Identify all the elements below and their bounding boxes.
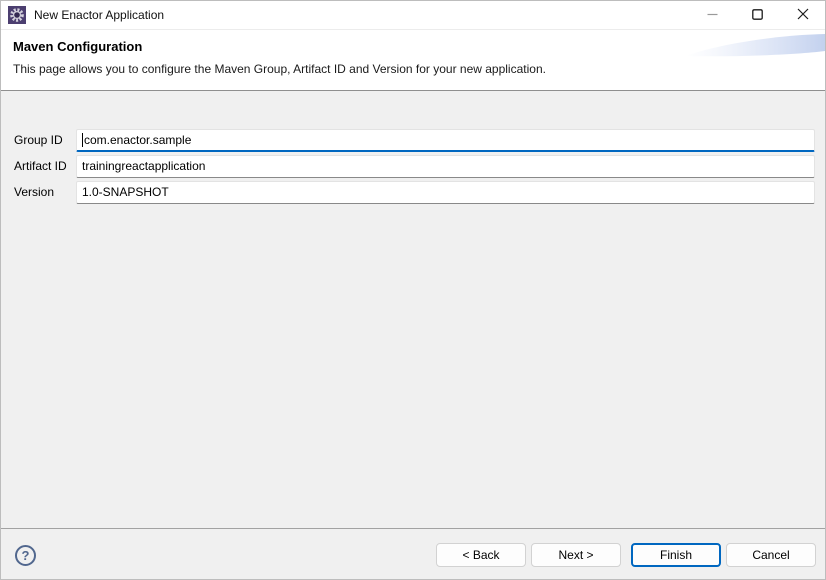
version-input[interactable]: 1.0-SNAPSHOT [76,181,815,204]
artifact-id-value: trainingreactapplication [82,159,205,173]
form-row: Version 1.0-SNAPSHOT [1,180,825,204]
artifact-id-label: Artifact ID [1,159,76,173]
version-value: 1.0-SNAPSHOT [82,185,169,199]
wizard-content: Group ID com.enactor.sample Artifact ID … [1,91,825,528]
minimize-icon [707,8,718,23]
group-id-value: com.enactor.sample [84,133,191,147]
close-icon [797,8,809,23]
wizard-window: New Enactor Application [0,0,826,580]
help-button[interactable]: ? [15,545,36,566]
form-row: Group ID com.enactor.sample [1,128,825,152]
question-mark-icon: ? [22,548,30,563]
group-id-input[interactable]: com.enactor.sample [76,129,815,152]
button-bar: ? < Back Next > Finish Cancel [1,528,825,579]
page-title: Maven Configuration [13,39,825,54]
maximize-icon [752,8,763,23]
title-bar: New Enactor Application [1,1,825,30]
cancel-button[interactable]: Cancel [726,543,816,567]
version-label: Version [1,185,76,199]
finish-button[interactable]: Finish [631,543,721,567]
next-button[interactable]: Next > [531,543,621,567]
form-row: Artifact ID trainingreactapplication [1,154,825,178]
maximize-button[interactable] [735,1,780,29]
artifact-id-input[interactable]: trainingreactapplication [76,155,815,178]
wizard-header-banner: Maven Configuration This page allows you… [1,30,825,91]
window-title: New Enactor Application [34,8,164,22]
enactor-gear-icon [8,6,26,24]
close-button[interactable] [780,1,825,29]
group-id-label: Group ID [1,133,76,147]
minimize-button[interactable] [690,1,735,29]
back-button[interactable]: < Back [436,543,526,567]
text-caret [82,133,83,147]
wizard-buttons: < Back Next > Finish Cancel [436,543,816,567]
page-description: This page allows you to configure the Ma… [13,62,825,76]
window-controls [690,1,825,29]
